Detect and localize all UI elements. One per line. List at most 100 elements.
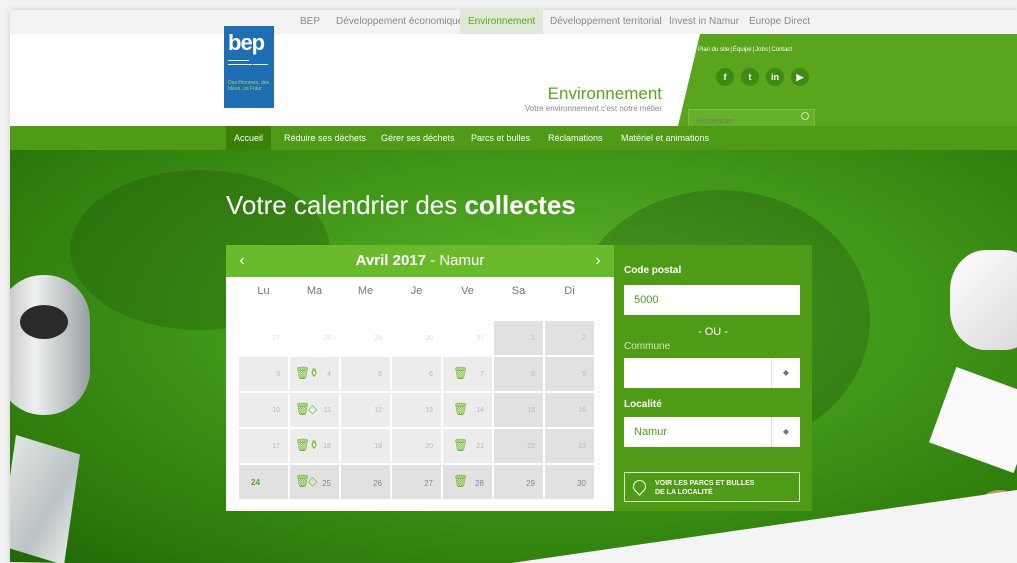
calendar-day[interactable]: 29 xyxy=(340,320,391,356)
calendar-day[interactable]: 🗑 ⚱ 4 xyxy=(289,356,340,392)
browser-page: BEP Développement économique Environneme… xyxy=(10,10,1017,563)
calendar-day[interactable]: 23 xyxy=(544,428,595,464)
crushed-can-image xyxy=(10,435,80,563)
weekday-label: Ma xyxy=(306,285,323,297)
site-title: Environnement xyxy=(547,84,662,103)
search-box xyxy=(688,109,815,129)
trash-bin-icon: 🗑 xyxy=(295,366,311,380)
calendar-day[interactable]: 🗑 ◇ 11 xyxy=(289,392,340,428)
menu-reclamations[interactable]: Réclamations xyxy=(540,126,611,150)
weekday-label: Je xyxy=(410,285,423,297)
commune-select[interactable]: ◆ xyxy=(624,358,800,388)
calendar-day[interactable]: 27 xyxy=(238,320,289,356)
menu-accueil[interactable]: Accueil xyxy=(226,126,272,150)
weekday-label: Sa xyxy=(511,285,526,297)
calendar-day[interactable]: 27 xyxy=(391,464,442,500)
linkedin-icon[interactable]: in xyxy=(766,68,784,86)
calendar-month-title: Avril 2017 - Namur xyxy=(226,245,614,277)
top-nav-dev-territorial[interactable]: Développement territorial xyxy=(542,10,670,34)
calendar-day[interactable]: 🗑 14 xyxy=(442,392,493,428)
hero-title-bold: collectes xyxy=(464,190,576,220)
trash-bin-icon: 🗑 xyxy=(453,366,469,380)
menu-gerer-dechets[interactable]: Gérer ses déchets xyxy=(373,126,463,150)
calendar-day[interactable]: 16 xyxy=(544,392,595,428)
bottle-icon: ⚱ xyxy=(309,366,320,380)
util-link-jobs[interactable]: Jobs xyxy=(755,47,768,53)
calendar-day[interactable]: 🗑 28 xyxy=(442,464,493,500)
util-link-plan[interactable]: Plan du site xyxy=(698,47,729,53)
calendar-day[interactable]: 30 xyxy=(391,320,442,356)
calendar-day[interactable]: 🗑 ◇ 25 xyxy=(289,464,340,500)
calendar-day[interactable]: 10 xyxy=(238,392,289,428)
menu-parcs-bulles[interactable]: Parcs et bulles xyxy=(463,126,538,150)
trash-bin-icon: 🗑 xyxy=(295,438,311,452)
youtube-icon[interactable]: ▶ xyxy=(791,68,809,86)
torn-paper-image xyxy=(929,367,1017,473)
util-link-equipe[interactable]: Équipe xyxy=(733,47,752,53)
weekday-label: Me xyxy=(357,285,374,297)
calendar-day[interactable]: 9 xyxy=(544,356,595,392)
facebook-icon[interactable]: f xyxy=(716,68,734,86)
prev-month-icon[interactable]: ‹ xyxy=(230,245,254,277)
calendar-day[interactable]: 3 xyxy=(238,356,289,392)
calendar-day[interactable]: 🗑 21 xyxy=(442,428,493,464)
util-link-contact[interactable]: Contact xyxy=(771,47,792,53)
calendar-place: - Namur xyxy=(425,252,485,269)
calendar-day[interactable]: 26 xyxy=(340,464,391,500)
bep-logo[interactable]: bep ▬▬▬▬▬▬▬ ▬▬▬▬▬▬▬▬ ▬▬▬▬▬ Des Hommes, d… xyxy=(224,26,274,108)
locality-select[interactable]: Namur ◆ xyxy=(624,417,800,447)
trash-bin-icon: 🗑 xyxy=(453,438,469,452)
calendar-day[interactable]: 6 xyxy=(391,356,442,392)
hero-title-prefix: Votre calendrier des xyxy=(226,190,465,220)
logo-tagline: Des Hommes, des Idées, un Futur xyxy=(228,80,270,92)
or-separator: - OU - xyxy=(698,326,728,338)
calendar-day[interactable]: 28 xyxy=(289,320,340,356)
calendar-day[interactable]: 22 xyxy=(493,428,544,464)
calendar-day-today[interactable]: 24 xyxy=(238,464,289,500)
next-month-icon[interactable]: › xyxy=(586,245,610,277)
view-parks-button[interactable]: VOIR LES PARCS ET BULLES DE LA LOCALITÉ xyxy=(624,472,800,502)
calendar-month: Avril 2017 xyxy=(355,252,426,269)
trash-bin-icon: 🗑 xyxy=(453,474,469,488)
twitter-icon[interactable]: t xyxy=(741,68,759,86)
site-subtitle: Votre environnement c'est notre métier xyxy=(524,104,662,113)
calendar-day[interactable]: 1 xyxy=(493,320,544,356)
top-nav-bep[interactable]: BEP xyxy=(292,10,328,34)
calendar-day[interactable]: 13 xyxy=(391,392,442,428)
locality-label: Localité xyxy=(624,399,662,410)
calendar-day[interactable]: 15 xyxy=(493,392,544,428)
menu-materiel-animations[interactable]: Matériel et animations xyxy=(613,126,717,150)
calendar-day[interactable]: 29 xyxy=(493,464,544,500)
calendar-day[interactable]: 2 xyxy=(544,320,595,356)
calendar-day[interactable]: 17 xyxy=(238,428,289,464)
calendar-day[interactable]: 30 xyxy=(544,464,595,500)
calendar-day[interactable]: 20 xyxy=(391,428,442,464)
select-arrows-icon: ◆ xyxy=(771,358,800,388)
menu-reduire-dechets[interactable]: Réduire ses déchets xyxy=(276,126,374,150)
calendar-day[interactable]: 31 xyxy=(442,320,493,356)
calendar-day[interactable]: 8 xyxy=(493,356,544,392)
calendar-day[interactable]: 🗑 ⚱ 18 xyxy=(289,428,340,464)
main-menu: Accueil Réduire ses déchets Gérer ses dé… xyxy=(10,126,1017,150)
hero-section: Votre calendrier des collectes Avril 201… xyxy=(10,150,1017,563)
collection-calendar: Avril 2017 - Namur ‹ › Lu Ma Me Je Ve Sa… xyxy=(226,245,614,511)
commune-label: Commune xyxy=(624,341,671,352)
locality-value: Namur xyxy=(634,426,668,438)
postal-code-label: Code postal xyxy=(624,265,682,276)
logo-subtext-icon: ▬▬▬▬▬▬▬ ▬▬▬▬▬▬▬▬ ▬▬▬▬▬ xyxy=(228,58,268,66)
search-icon[interactable] xyxy=(801,112,809,120)
paper-icon: ◇ xyxy=(308,474,318,488)
weekday-label: Di xyxy=(564,285,575,297)
calendar-day[interactable]: 5 xyxy=(340,356,391,392)
top-nav-europe-direct[interactable]: Europe Direct xyxy=(741,10,818,34)
postal-code-input[interactable]: 5000 xyxy=(624,285,800,315)
top-nav-environnement[interactable]: Environnement xyxy=(460,10,544,34)
calendar-day[interactable]: 🗑 7 xyxy=(442,356,493,392)
weekday-label: Lu xyxy=(257,285,270,297)
utility-links: Plan du site|Équipe|Jobs|Contact xyxy=(698,47,793,53)
calendar-day[interactable]: 19 xyxy=(340,428,391,464)
top-nav-invest-namur[interactable]: Invest in Namur xyxy=(661,10,747,34)
top-nav-dev-economique[interactable]: Développement économique xyxy=(328,10,471,34)
calendar-day[interactable]: 12 xyxy=(340,392,391,428)
calendar-header: Avril 2017 - Namur ‹ › xyxy=(226,245,614,277)
